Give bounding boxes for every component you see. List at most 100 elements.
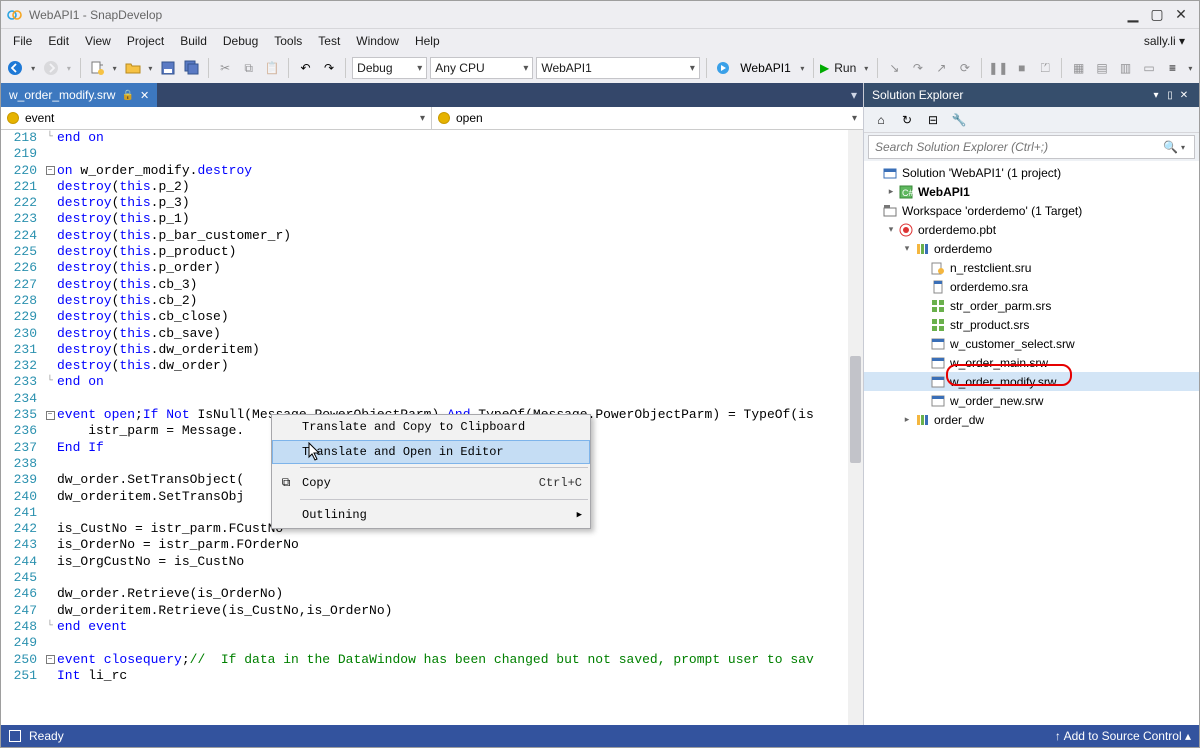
- minimize-button[interactable]: ▁: [1121, 6, 1145, 24]
- solution-explorer-toolbar: ⌂ ↻ ⊟ 🔧: [864, 107, 1199, 133]
- tool-d-icon: ▭: [1139, 57, 1159, 79]
- tab-close-icon[interactable]: ✕: [140, 89, 149, 102]
- user-menu[interactable]: sally.li ▾: [1134, 31, 1195, 51]
- toolbar-overflow[interactable]: ▾: [1186, 64, 1195, 73]
- scope-dropdown[interactable]: event ▾: [1, 107, 432, 129]
- undo-button[interactable]: ↶: [295, 57, 315, 79]
- open-dropdown[interactable]: ▾: [146, 64, 155, 73]
- menu-project[interactable]: Project: [119, 31, 172, 51]
- launch-dropdown[interactable]: ▾: [798, 64, 807, 73]
- launch-icon[interactable]: [713, 57, 733, 79]
- file-icon: [930, 374, 946, 390]
- tree-orderdemo-pbt[interactable]: ▾orderdemo.pbt: [864, 220, 1199, 239]
- nav-back-button[interactable]: [5, 57, 25, 79]
- toolbar: ▾ ▾ ▾ ▾ ✂ ⧉ 📋 ↶ ↷ Debug▾ Any CPU▾ WebAPI…: [1, 53, 1199, 83]
- tool-c-icon: ▥: [1115, 57, 1135, 79]
- file-icon: [930, 317, 946, 333]
- tree-w-order-main-srw[interactable]: w_order_main.srw: [864, 353, 1199, 372]
- tree-str-product-srs[interactable]: str_product.srs: [864, 315, 1199, 334]
- ctx-translate-and-copy-to-clipboard[interactable]: Translate and Copy to Clipboard: [272, 415, 590, 440]
- ctx-translate-and-open-in-editor[interactable]: Translate and Open in Editor: [272, 440, 590, 464]
- menu-file[interactable]: File: [5, 31, 40, 51]
- tree-order-dw[interactable]: ▸order_dw: [864, 410, 1199, 429]
- tab-overflow-icon[interactable]: ▾: [851, 88, 857, 102]
- menubar: FileEditViewProjectBuildDebugToolsTestWi…: [1, 29, 1199, 53]
- lock-icon: 🔒: [121, 90, 133, 101]
- context-menu: Translate and Copy to ClipboardTranslate…: [271, 414, 591, 529]
- search-input[interactable]: [875, 140, 1163, 154]
- file-icon: [930, 279, 946, 295]
- menu-edit[interactable]: Edit: [40, 31, 77, 51]
- panel-menu-icon[interactable]: ▾: [1149, 90, 1163, 101]
- menu-test[interactable]: Test: [310, 31, 348, 51]
- platform-select[interactable]: Any CPU▾: [430, 57, 533, 79]
- tree-str-order-parm-srs[interactable]: str_order_parm.srs: [864, 296, 1199, 315]
- open-button[interactable]: [122, 57, 142, 79]
- tree-orderdemo[interactable]: ▾orderdemo: [864, 239, 1199, 258]
- debug-stop-icon: ■: [1012, 57, 1032, 79]
- file-icon: [898, 222, 914, 238]
- solution-explorer-search[interactable]: 🔍 ▾: [868, 135, 1195, 159]
- maximize-button[interactable]: ▢: [1145, 6, 1169, 24]
- tab-w-order-modify[interactable]: w_order_modify.srw 🔒 ✕: [1, 83, 157, 107]
- tree-webapi1[interactable]: ▸C#WebAPI1: [864, 182, 1199, 201]
- member-icon: [438, 112, 450, 124]
- tree-orderdemo-sra[interactable]: orderdemo.sra: [864, 277, 1199, 296]
- debug-step-over-icon: ↷: [908, 57, 928, 79]
- search-icon[interactable]: 🔍: [1163, 140, 1178, 154]
- save-all-button[interactable]: [182, 57, 202, 79]
- tree-solution-webapi1-1-project-[interactable]: Solution 'WebAPI1' (1 project): [864, 163, 1199, 182]
- scope-icon: [7, 112, 19, 124]
- source-control-button[interactable]: ↑ Add to Source Control ▴: [1055, 729, 1191, 743]
- debug-pause-icon: ❚❚: [988, 57, 1008, 79]
- save-button[interactable]: [158, 57, 178, 79]
- nav-back-dropdown[interactable]: ▾: [28, 64, 37, 73]
- tree-w-order-new-srw[interactable]: w_order_new.srw: [864, 391, 1199, 410]
- config-select[interactable]: Debug▾: [352, 57, 427, 79]
- se-refresh-icon[interactable]: ↻: [896, 109, 918, 131]
- solution-tree[interactable]: Solution 'WebAPI1' (1 project)▸C#WebAPI1…: [864, 161, 1199, 725]
- se-properties-icon[interactable]: 🔧: [948, 109, 970, 131]
- tree-n-restclient-sru[interactable]: n_restclient.sru: [864, 258, 1199, 277]
- file-icon: [930, 393, 946, 409]
- run-button[interactable]: ▶Run▾: [820, 61, 871, 75]
- file-icon: [882, 165, 898, 181]
- panel-close-icon[interactable]: ✕: [1177, 90, 1191, 101]
- new-file-dropdown[interactable]: ▾: [110, 64, 119, 73]
- file-icon: [914, 412, 930, 428]
- code-editor[interactable]: 218└end on219220−on w_order_modify.destr…: [1, 130, 863, 725]
- ctx-copy[interactable]: ⧉CopyCtrl+C: [272, 471, 590, 496]
- ctx-outlining[interactable]: Outlining▶: [272, 503, 590, 528]
- status-icon: [9, 730, 21, 742]
- se-collapse-icon[interactable]: ⊟: [922, 109, 944, 131]
- file-icon: [930, 355, 946, 371]
- tool-a-icon: ▦: [1068, 57, 1088, 79]
- navigation-bar: event ▾ open ▾: [1, 107, 863, 130]
- tree-workspace-orderdemo-1-target-[interactable]: Workspace 'orderdemo' (1 Target): [864, 201, 1199, 220]
- debug-detach-icon: ⏍: [1035, 57, 1055, 79]
- se-home-icon[interactable]: ⌂: [870, 109, 892, 131]
- menu-build[interactable]: Build: [172, 31, 215, 51]
- close-button[interactable]: ✕: [1169, 6, 1193, 24]
- member-dropdown[interactable]: open ▾: [432, 107, 863, 129]
- tree-w-customer-select-srw[interactable]: w_customer_select.srw: [864, 334, 1199, 353]
- menu-debug[interactable]: Debug: [215, 31, 266, 51]
- panel-pin-icon[interactable]: ▯: [1163, 90, 1177, 101]
- redo-button[interactable]: ↷: [319, 57, 339, 79]
- menu-view[interactable]: View: [77, 31, 119, 51]
- project-select[interactable]: WebAPI1▾: [536, 57, 700, 79]
- window-title: WebAPI1 - SnapDevelop: [29, 8, 162, 22]
- file-icon: [914, 241, 930, 257]
- new-file-button[interactable]: [87, 57, 107, 79]
- menu-help[interactable]: Help: [407, 31, 448, 51]
- search-dropdown[interactable]: ▾: [1178, 143, 1188, 152]
- tool-e-icon[interactable]: ≡: [1162, 57, 1182, 79]
- menu-tools[interactable]: Tools: [266, 31, 310, 51]
- file-icon: [930, 336, 946, 352]
- nav-forward-button: [41, 57, 61, 79]
- file-icon: [882, 203, 898, 219]
- tree-w-order-modify-srw[interactable]: w_order_modify.srw: [864, 372, 1199, 391]
- debug-step-out-icon: ↗: [931, 57, 951, 79]
- vertical-scrollbar[interactable]: [848, 130, 863, 725]
- menu-window[interactable]: Window: [348, 31, 407, 51]
